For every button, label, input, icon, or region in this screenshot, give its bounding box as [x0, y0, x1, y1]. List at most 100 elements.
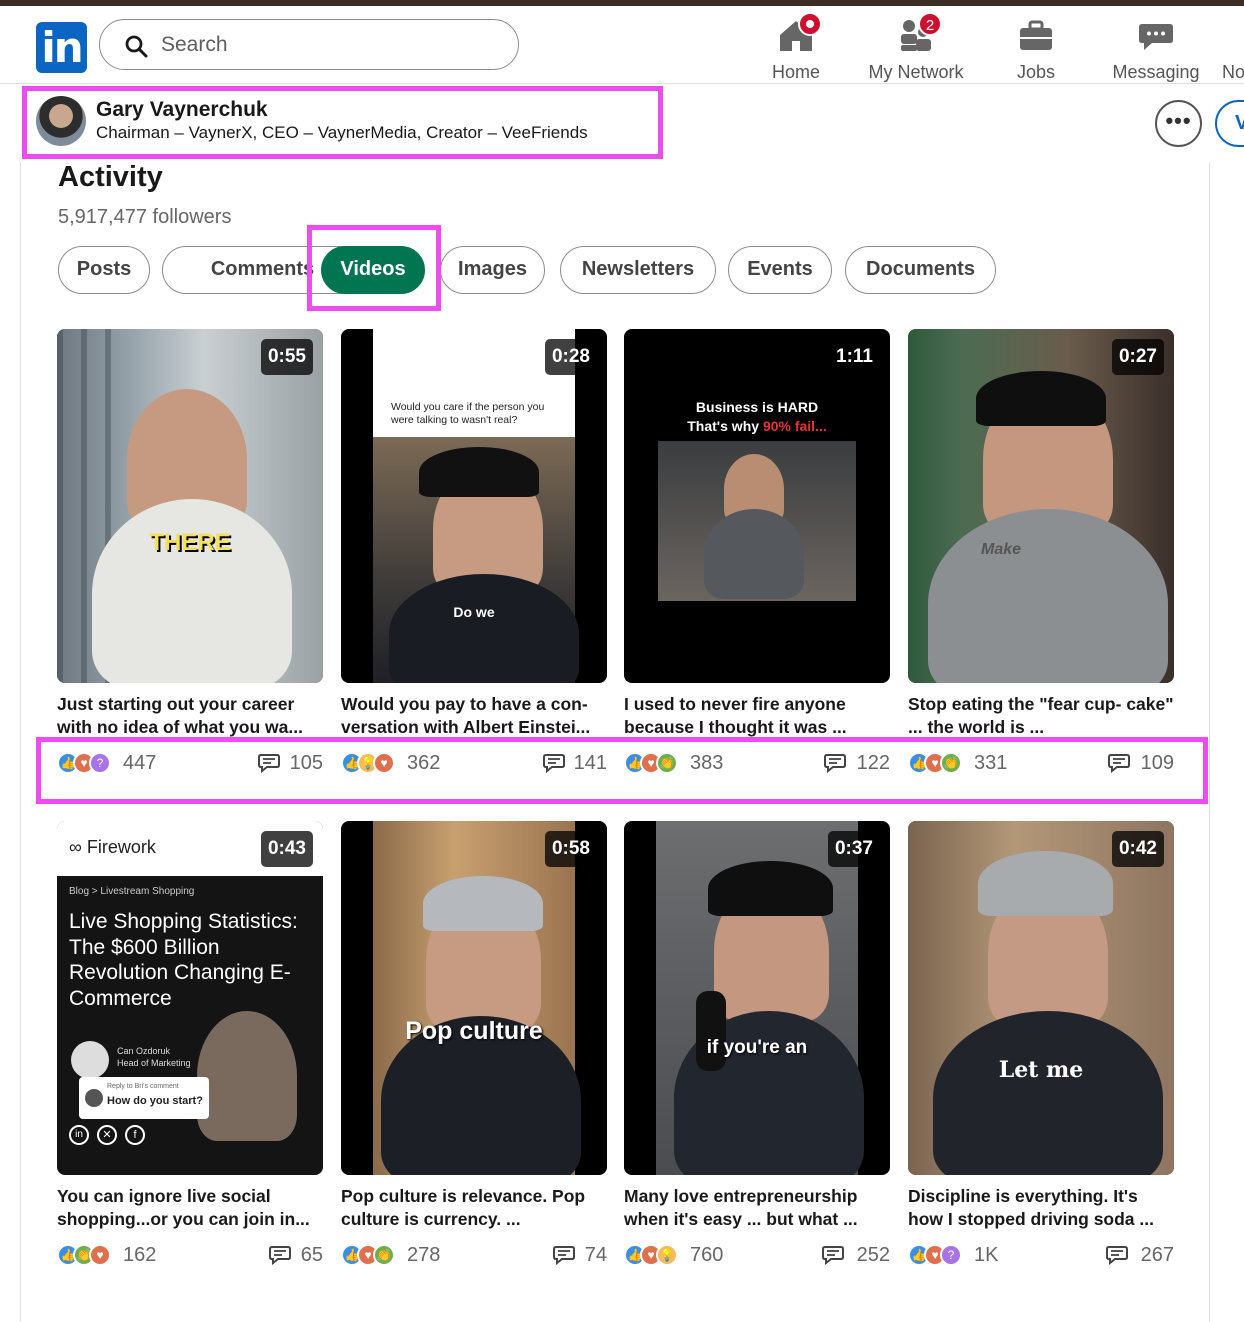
reaction-count[interactable]: 278	[407, 1243, 440, 1267]
video-title[interactable]: You can ignore live social shopping...or…	[57, 1185, 323, 1229]
video-title[interactable]: Would you pay to have a con- versation w…	[341, 693, 607, 737]
video-duration: 0:43	[260, 831, 313, 867]
comment-icon	[1106, 1246, 1128, 1265]
video-stats: 👍 ♥ 💡 760 252	[624, 1243, 890, 1269]
comment-count[interactable]: 74	[585, 1243, 607, 1267]
insight-icon: 💡	[656, 1244, 678, 1266]
comment-icon	[822, 1246, 844, 1265]
nav-label-home: Home	[771, 62, 820, 82]
video-duration: 0:27	[1111, 339, 1164, 375]
video-duration: 0:42	[1111, 831, 1164, 867]
network-badge: 2	[918, 12, 942, 36]
video-title[interactable]: Pop culture is relevance. Pop culture is…	[341, 1185, 607, 1229]
reaction-icons[interactable]: 👍 ♥ ?	[908, 1243, 970, 1267]
video-caption-line2: That's why 90% fail...	[687, 418, 827, 434]
video-breadcrumb: Blog > Livestream Shopping	[69, 886, 195, 897]
video-duration: 0:37	[827, 831, 880, 867]
profile-header: Gary Vaynerchuk Chairman – VaynerX, CEO …	[0, 84, 1244, 162]
video-thumbnail[interactable]: Business is HARD That's why 90% fail... …	[624, 329, 890, 683]
video-thumbnail[interactable]: Pop culture 0:58	[341, 821, 607, 1175]
infinity-icon: ∞	[69, 837, 82, 857]
reaction-icons[interactable]: 👍 👏 ♥	[57, 1243, 119, 1267]
reaction-icons[interactable]: 👍 ♥ 💡	[624, 1243, 686, 1267]
notification-dot	[798, 12, 822, 36]
video-author: Can Ozdoruk Head of Marketing	[117, 1046, 191, 1068]
tab-documents[interactable]: Documents	[845, 246, 996, 294]
highlight-box-videos-tab	[307, 225, 441, 311]
nav-item-jobs[interactable]: Jobs	[981, 14, 1091, 82]
tab-posts[interactable]: Posts	[58, 246, 150, 294]
comment-count[interactable]: 267	[1141, 1243, 1174, 1267]
tab-newsletters[interactable]: Newsletters	[560, 246, 716, 294]
video-thumbnail[interactable]: Would you care if the person you were ta…	[341, 329, 607, 683]
microphone	[696, 991, 726, 1071]
celebrate-icon: 👏	[373, 1244, 395, 1266]
video-headline: Live Shopping Statistics: The $600 Billi…	[69, 910, 298, 1010]
x-icon: ✕	[97, 1125, 117, 1145]
video-stats: 👍 👏 ♥ 162 65	[57, 1243, 323, 1269]
video-overlay-text: if you're an	[706, 1037, 808, 1058]
video-duration: 0:55	[260, 339, 313, 375]
comment-icon	[553, 1246, 575, 1265]
comment-bubble: Reply to Bri's comment How do you start?	[79, 1077, 209, 1119]
video-thumbnail[interactable]: Make 0:27	[908, 329, 1174, 683]
video-title[interactable]: Many love entrepreneurship when it's eas…	[624, 1185, 890, 1229]
video-overlay-text: Do we	[453, 604, 495, 620]
author-avatar	[71, 1041, 109, 1079]
reaction-icons[interactable]: 👍 ♥ 👏	[341, 1243, 403, 1267]
top-navbar: in Search Home 2 My Network Jobs Messagi…	[0, 6, 1244, 84]
video-stats: 👍 ♥ ? 1K 267	[908, 1243, 1174, 1269]
video-duration: 1:11	[829, 339, 880, 375]
linkedin-logo[interactable]: in	[36, 22, 87, 73]
nav-label-jobs: Jobs	[1016, 62, 1056, 82]
view-profile-button[interactable]: V	[1215, 100, 1244, 147]
firework-logo: ∞ Firework	[69, 837, 156, 857]
video-title[interactable]: Discipline is everything. It's how I sto…	[908, 1185, 1174, 1229]
video-title[interactable]: Just starting out your career with no id…	[57, 693, 323, 737]
nav-item-notifications[interactable]: No	[1200, 14, 1244, 82]
video-thumbnail[interactable]: Let me 0:42	[908, 821, 1174, 1175]
video-thumbnail[interactable]: ∞ Firework Blog > Livestream Shopping Li…	[57, 821, 323, 1175]
love-icon: ♥	[89, 1244, 111, 1266]
video-title[interactable]: Stop eating the "fear cup- cake" ... the…	[908, 693, 1174, 737]
search-icon	[125, 35, 148, 58]
nav-item-my-network[interactable]: 2 My Network	[861, 12, 971, 82]
linkedin-icon: in	[69, 1125, 89, 1145]
reaction-count[interactable]: 1K	[974, 1243, 998, 1267]
briefcase-icon	[1020, 20, 1052, 50]
video-overlay-text: Pop culture	[405, 1017, 543, 1045]
nav-label-messaging: Messaging	[1112, 62, 1200, 82]
highlight-box-stats	[36, 737, 1208, 804]
video-caption: Business is HARD	[695, 399, 819, 415]
curious-icon: ?	[940, 1244, 962, 1266]
reaction-count[interactable]: 760	[690, 1243, 723, 1267]
highlight-box-profile	[22, 86, 663, 159]
search-input[interactable]: Search	[99, 19, 519, 70]
followers-count: 5,917,477 followers	[58, 206, 232, 228]
social-icons: in ✕ f	[69, 1125, 145, 1147]
nav-label-notifications: No	[1222, 62, 1244, 82]
video-caption: Would you care if the person you were ta…	[391, 401, 545, 426]
video-thumbnail[interactable]: if you're an 0:37	[624, 821, 890, 1175]
more-options-button[interactable]: •••	[1155, 100, 1202, 147]
video-overlay-text: Let me	[998, 1057, 1084, 1083]
activity-heading: Activity	[58, 161, 163, 193]
video-title[interactable]: I used to never fire anyone because I th…	[624, 693, 890, 737]
video-overlay-text: Make	[980, 541, 1022, 558]
comment-count[interactable]: 252	[857, 1243, 890, 1267]
message-icon	[1139, 24, 1173, 50]
comment-icon	[269, 1246, 291, 1265]
video-duration: 0:28	[544, 339, 597, 375]
nav-item-messaging[interactable]: Messaging	[1101, 14, 1211, 82]
nav-item-home[interactable]: Home	[741, 12, 851, 82]
reaction-count[interactable]: 162	[123, 1243, 156, 1267]
nav-label-my-network: My Network	[868, 62, 964, 82]
facebook-icon: f	[125, 1125, 145, 1145]
video-overlay-text: THERE	[149, 529, 231, 556]
tab-events[interactable]: Events	[728, 246, 832, 294]
video-thumbnail[interactable]: THERE 0:55	[57, 329, 323, 683]
tab-images[interactable]: Images	[440, 246, 545, 294]
search-placeholder: Search	[161, 33, 228, 56]
video-stats: 👍 ♥ 👏 278 74	[341, 1243, 607, 1269]
comment-count[interactable]: 65	[301, 1243, 323, 1267]
